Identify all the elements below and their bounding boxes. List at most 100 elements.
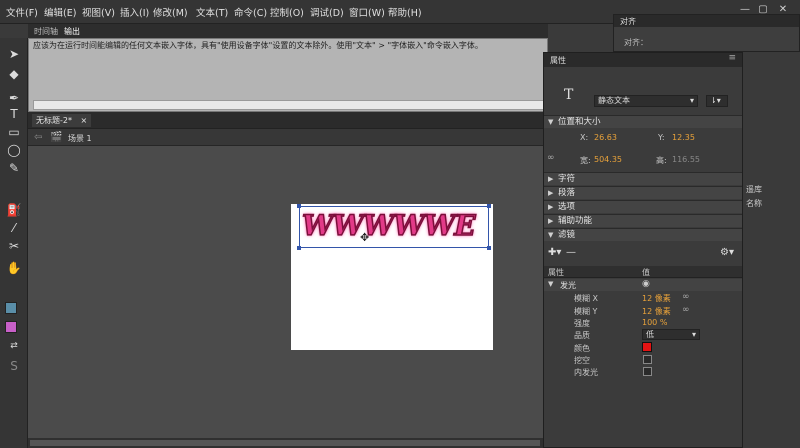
collapsed-triangle-icon: ▶ <box>548 189 554 197</box>
subselection-tool-icon[interactable]: ◆ <box>4 66 24 82</box>
tools-panel: ➤ ◆ ✒ T ▭ ◯ ✎ ⛽ ⁄ ✂ ✋ ⇄ S <box>0 38 28 448</box>
menu-insert[interactable]: 插入(I) <box>120 5 149 19</box>
section-paragraph[interactable]: ▶ 段落 <box>544 186 742 199</box>
section-title: 选项 <box>558 202 576 212</box>
link-blur-icon[interactable]: ∞ <box>682 292 690 302</box>
blur-x-label: 模糊 X <box>574 294 599 303</box>
bone-tool-icon[interactable]: ✂ <box>4 238 24 254</box>
library-item[interactable]: 遥库 <box>746 184 762 195</box>
filter-visibility-eye-icon[interactable]: ◉ <box>642 279 650 289</box>
canvas-horizontal-scrollbar[interactable] <box>28 438 548 448</box>
selection-handle[interactable] <box>487 204 491 208</box>
menu-edit[interactable]: 编辑(E) <box>44 5 76 19</box>
menu-control[interactable]: 控制(O) <box>270 5 304 19</box>
knockout-label: 挖空 <box>574 356 590 365</box>
text-direction-select[interactable]: ⇂▾ <box>706 95 728 107</box>
x-value[interactable]: 26.63 <box>594 133 617 142</box>
filter-row-glow[interactable]: ▼ 发光 ◉ <box>544 279 742 291</box>
edit-bar: ⇦ 🎬 场景 1 <box>28 129 548 146</box>
snap-icon[interactable]: S <box>4 358 24 374</box>
bottom-panel-tabs: 时间轴 输出 <box>28 24 548 38</box>
add-filter-icon[interactable]: ✚▾ <box>548 247 561 258</box>
color-label: 颜色 <box>574 344 590 353</box>
brush-tool-icon[interactable]: ✎ <box>4 160 24 176</box>
panel-menu-icon[interactable]: ≡ <box>728 53 736 63</box>
menu-commands[interactable]: 命令(C) <box>234 5 267 19</box>
menu-file[interactable]: 文件(F) <box>6 5 38 19</box>
section-title: 位置和大小 <box>558 117 601 127</box>
pen-tool-icon[interactable]: ✒ <box>4 90 24 106</box>
section-character[interactable]: ▶ 字符 <box>544 172 742 185</box>
section-title: 滤镜 <box>558 230 576 240</box>
paint-bucket-icon[interactable]: ⛽ <box>4 202 24 218</box>
filter-table-header: 属性 值 <box>544 266 742 278</box>
fill-color-swatch[interactable] <box>5 321 17 333</box>
tab-output[interactable]: 输出 <box>64 26 80 37</box>
menu-view[interactable]: 视图(V) <box>82 5 115 19</box>
remove-filter-icon[interactable]: — <box>566 247 576 258</box>
output-panel: 应该为在运行时间能编辑的任何文本嵌入字体，具有"使用设备字体"设置的文本除外。使… <box>28 38 548 112</box>
menu-text[interactable]: 文本(T) <box>196 5 228 19</box>
text-tool-large-icon: T <box>564 87 574 103</box>
selection-handle[interactable] <box>297 246 301 250</box>
menu-window[interactable]: 窗口(W) <box>349 5 385 19</box>
selection-tool-icon[interactable]: ➤ <box>4 46 24 62</box>
inner-glow-label: 内发光 <box>574 368 598 377</box>
link-blur-icon[interactable]: ∞ <box>682 305 690 315</box>
section-position-size[interactable]: ▼ 位置和大小 <box>544 115 742 128</box>
filter-name: 发光 <box>560 281 576 290</box>
align-label: 对齐： <box>624 38 648 47</box>
stage-text[interactable]: WWWWWE <box>301 208 476 243</box>
quality-select[interactable]: 低 ▾ <box>642 329 700 340</box>
tab-timeline[interactable]: 时间轴 <box>34 26 58 37</box>
height-value: 116.55 <box>672 155 700 164</box>
selection-handle[interactable] <box>487 246 491 250</box>
oval-tool-icon[interactable]: ◯ <box>4 142 24 158</box>
knockout-checkbox[interactable] <box>643 355 652 364</box>
section-filters[interactable]: ▼ 滤镜 <box>544 228 742 241</box>
output-scrollbar[interactable] <box>33 100 545 110</box>
text-type-value: 静态文本 <box>598 96 630 105</box>
stage[interactable]: WWWWWE ✥ <box>291 204 493 350</box>
quality-label: 品质 <box>574 331 590 340</box>
y-value[interactable]: 12.35 <box>672 133 695 142</box>
chevron-down-icon: ▾ <box>691 330 696 339</box>
text-tool-icon[interactable]: T <box>4 106 24 122</box>
expanded-triangle-icon: ▼ <box>548 118 554 126</box>
strength-value[interactable]: 100 % <box>642 318 667 327</box>
rectangle-tool-icon[interactable]: ▭ <box>4 124 24 140</box>
section-accessibility[interactable]: ▶ 辅助功能 <box>544 214 742 227</box>
document-tabs: 无标题-2* × <box>28 112 548 129</box>
menu-modify[interactable]: 修改(M) <box>153 5 188 19</box>
x-label: X: <box>580 133 589 142</box>
width-label: 宽: <box>580 156 591 165</box>
lock-proportions-icon[interactable]: ∞ <box>547 153 555 163</box>
text-type-select[interactable]: 静态文本 ▾ <box>594 95 698 107</box>
menu-debug[interactable]: 调试(D) <box>310 5 344 19</box>
swap-colors-icon[interactable]: ⇄ <box>4 338 24 354</box>
scrollbar-thumb[interactable] <box>30 440 540 446</box>
blur-y-value[interactable]: 12 像素 <box>642 306 671 317</box>
menu-help[interactable]: 帮助(H) <box>388 5 422 19</box>
selection-handle[interactable] <box>297 204 301 208</box>
section-options[interactable]: ▶ 选项 <box>544 200 742 213</box>
blur-x-value[interactable]: 12 像素 <box>642 293 671 304</box>
properties-title[interactable]: 属性 <box>550 55 566 66</box>
eyedropper-icon[interactable]: ⁄ <box>4 220 24 236</box>
hand-tool-icon[interactable]: ✋ <box>4 260 24 276</box>
collapsed-triangle-icon: ▶ <box>548 175 554 183</box>
stroke-color-swatch[interactable] <box>5 302 17 314</box>
document-tab[interactable]: 无标题-2* × <box>32 114 92 127</box>
text-selection-box[interactable]: WWWWWE ✥ <box>297 204 491 250</box>
section-title: 辅助功能 <box>558 216 593 226</box>
scene-label[interactable]: 场景 1 <box>68 133 92 144</box>
canvas-area[interactable]: WWWWWE ✥ <box>28 146 548 438</box>
inner-glow-checkbox[interactable] <box>643 367 652 376</box>
filter-options-gear-icon[interactable]: ⚙▾ <box>720 247 734 258</box>
collapsed-triangle-icon: ▶ <box>548 217 554 225</box>
width-value[interactable]: 504.35 <box>594 155 622 164</box>
close-tab-icon[interactable]: × <box>81 116 88 125</box>
glow-color-swatch[interactable] <box>642 342 652 352</box>
back-arrow-icon[interactable]: ⇦ <box>34 132 42 143</box>
align-panel-title[interactable]: 对齐 <box>620 16 636 27</box>
